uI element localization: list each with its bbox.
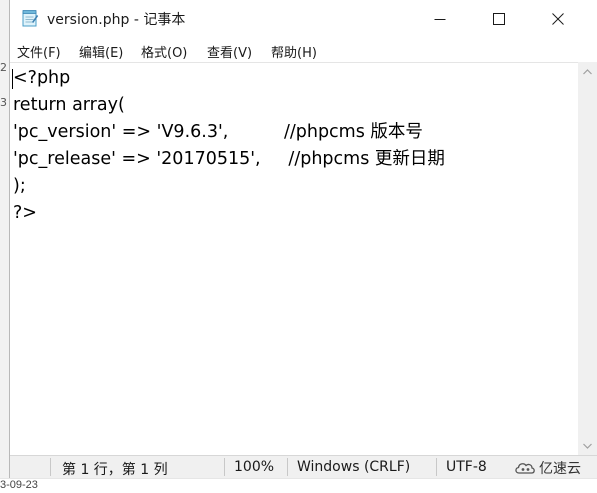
status-bar: 第 1 行，第 1 列 100% Windows (CRLF) UTF-8 (10, 455, 597, 478)
background-window-bottom (0, 478, 597, 493)
menu-edit[interactable]: 编辑(E) (79, 42, 123, 61)
chevron-down-icon (583, 443, 592, 449)
cursor-position: 第 1 行，第 1 列 (62, 462, 168, 478)
status-separator (50, 458, 51, 476)
status-separator (436, 458, 437, 476)
background-date-text: 3-09-23 (0, 479, 38, 491)
code-line: return array( (13, 95, 125, 115)
watermark-text: 亿速云 (539, 461, 581, 477)
code-line: 'pc_version' => 'V9.6.3', //phpcms 版本号 (13, 122, 423, 142)
code-line: 'pc_release' => '20170515', //phpcms 更新日… (13, 149, 445, 169)
menu-bar: 文件(F) 编辑(E) 格式(O) 查看(V) 帮助(H) (10, 38, 597, 62)
scroll-down-button[interactable] (578, 436, 597, 455)
close-button[interactable] (535, 0, 581, 38)
scroll-up-button[interactable] (578, 62, 597, 81)
chevron-up-icon (583, 68, 592, 74)
cloud-logo-icon (515, 463, 535, 474)
code-line: ); (13, 176, 26, 196)
vertical-scrollbar[interactable] (578, 62, 597, 455)
menu-help[interactable]: 帮助(H) (271, 42, 317, 61)
text-editor[interactable]: <?php return array( 'pc_version' => 'V9.… (10, 62, 578, 456)
line-ending: Windows (CRLF) (297, 459, 411, 475)
menu-file[interactable]: 文件(F) (17, 42, 61, 61)
notepad-icon (21, 9, 39, 27)
minimize-button[interactable] (417, 0, 463, 38)
text-encoding: UTF-8 (446, 459, 487, 475)
watermark: 亿速云 (514, 459, 581, 477)
maximize-icon (493, 13, 505, 25)
code-line: ?> (13, 203, 37, 223)
notepad-window: version.php - 记事本 文件(F) 编辑(E) 格式(O) 查看(V… (9, 0, 597, 478)
window-title: version.php - 记事本 (47, 12, 186, 28)
title-bar[interactable]: version.php - 记事本 (10, 0, 597, 38)
maximize-button[interactable] (476, 0, 522, 38)
zoom-level: 100% (234, 459, 275, 475)
minimize-icon (434, 19, 446, 20)
status-separator (224, 458, 225, 476)
menu-view[interactable]: 查看(V) (207, 42, 252, 61)
menu-format[interactable]: 格式(O) (141, 42, 187, 61)
editor-content[interactable]: <?php return array( 'pc_version' => 'V9.… (13, 65, 445, 227)
close-icon (552, 13, 564, 25)
code-line: <?php (13, 68, 71, 88)
status-separator (287, 458, 288, 476)
